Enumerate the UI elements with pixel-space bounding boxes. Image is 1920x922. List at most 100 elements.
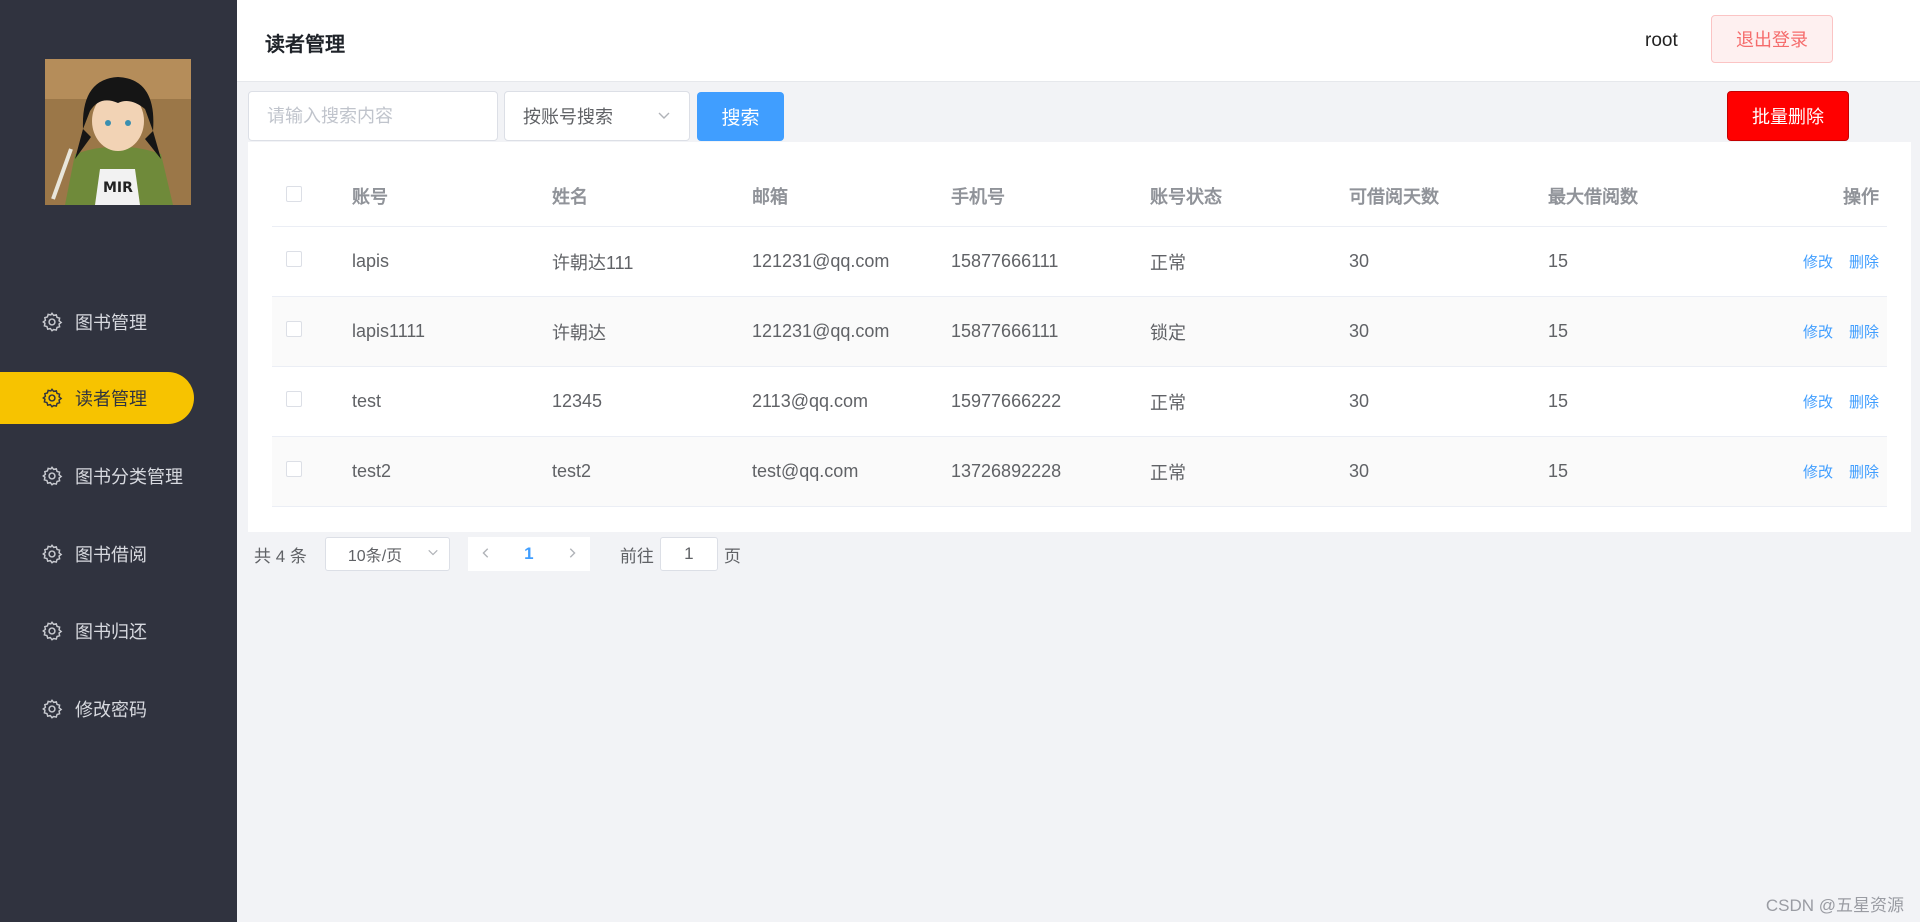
username: root <box>1645 30 1678 51</box>
next-page-button[interactable] <box>554 537 590 571</box>
reader-table: 账号 姓名 邮箱 手机号 账号状态 可借阅天数 最大借阅数 操作 lapis 许… <box>272 166 1887 507</box>
column-header: 账号 <box>352 187 388 207</box>
row-checkbox[interactable] <box>286 251 302 267</box>
avatar: MIR <box>45 59 191 205</box>
row-checkbox[interactable] <box>286 461 302 477</box>
column-header: 最大借阅数 <box>1548 187 1638 207</box>
row-checkbox[interactable] <box>286 321 302 337</box>
pagination-total: 共 4 条 <box>254 546 307 566</box>
cell-days: 30 <box>1349 391 1370 411</box>
cell-max: 15 <box>1548 461 1569 481</box>
delete-link[interactable]: 删除 <box>1849 394 1879 411</box>
watermark: CSDN @五星资源 <box>1765 896 1904 915</box>
chevron-down-icon <box>657 106 671 127</box>
sidebar-item-label: 图书分类管理 <box>75 467 183 487</box>
delete-link[interactable]: 删除 <box>1849 324 1879 341</box>
table-header: 账号 姓名 邮箱 手机号 账号状态 可借阅天数 最大借阅数 操作 <box>272 166 1887 227</box>
sidebar-item-reader-management[interactable]: 读者管理 <box>0 372 194 424</box>
chevron-right-icon <box>566 544 578 564</box>
goto-prefix: 前往 <box>619 546 654 566</box>
column-header: 操作 <box>1843 187 1879 207</box>
gear-icon <box>41 698 63 720</box>
pager-nav: 1 <box>467 537 590 571</box>
sidebar-item-book-management[interactable]: 图书管理 <box>0 296 194 348</box>
chevron-down-icon <box>427 545 439 563</box>
cell-name: 许朝达 <box>552 322 606 343</box>
cell-days: 30 <box>1349 251 1370 271</box>
cell-status: 正常 <box>1150 462 1186 483</box>
sidebar-item-label: 读者管理 <box>75 389 147 409</box>
column-header: 手机号 <box>951 187 1005 207</box>
prev-page-button[interactable] <box>468 537 504 571</box>
cell-name: 许朝达111 <box>552 252 634 273</box>
gear-icon <box>41 465 63 487</box>
select-all-checkbox[interactable] <box>286 185 302 202</box>
cell-name: test2 <box>552 461 592 481</box>
cell-max: 15 <box>1548 251 1569 271</box>
sidebar-item-book-borrow[interactable]: 图书借阅 <box>0 528 194 580</box>
sidebar-item-book-return[interactable]: 图书归还 <box>0 605 194 657</box>
delete-link[interactable]: 删除 <box>1849 254 1879 271</box>
sidebar: MIR 图书管理 读者管理 图书分类管理 图书借阅 图书归还 修改密码 <box>0 0 237 922</box>
cell-max: 15 <box>1548 321 1569 341</box>
cell-phone: 15977666222 <box>951 391 1062 411</box>
cell-days: 30 <box>1349 461 1370 481</box>
cell-name: 12345 <box>552 391 603 411</box>
cell-phone: 15877666111 <box>951 321 1059 341</box>
sidebar-item-change-password[interactable]: 修改密码 <box>0 683 194 735</box>
sidebar-item-label: 图书归还 <box>75 622 147 642</box>
search-input[interactable] <box>248 91 498 141</box>
table-row: lapis1111 许朝达 121231@qq.com 15877666111 … <box>272 297 1887 367</box>
pagination: 共 4 条 10条/页 1 前往 页 <box>254 537 741 571</box>
delete-link[interactable]: 删除 <box>1849 464 1879 481</box>
search-type-value: 按账号搜索 <box>523 107 613 127</box>
column-header: 姓名 <box>552 187 588 207</box>
table-row: test2 test2 test@qq.com 13726892228 正常 3… <box>272 437 1887 507</box>
search-button[interactable]: 搜索 <box>697 92 784 141</box>
batch-delete-button[interactable]: 批量删除 <box>1727 91 1849 141</box>
edit-link[interactable]: 修改 <box>1803 324 1833 341</box>
cell-days: 30 <box>1349 321 1370 341</box>
cell-email: test@qq.com <box>752 461 859 481</box>
page-title: 读者管理 <box>265 34 345 56</box>
cell-phone: 15877666111 <box>951 251 1059 271</box>
sidebar-item-label: 修改密码 <box>75 700 147 720</box>
column-header: 邮箱 <box>752 187 788 207</box>
sidebar-item-category-management[interactable]: 图书分类管理 <box>0 450 194 502</box>
chevron-left-icon <box>480 544 492 564</box>
cell-status: 锁定 <box>1150 322 1186 343</box>
edit-link[interactable]: 修改 <box>1803 464 1833 481</box>
table-row: test 12345 2113@qq.com 15977666222 正常 30… <box>272 367 1887 437</box>
sidebar-item-label: 图书借阅 <box>75 545 147 565</box>
search-type-select[interactable]: 按账号搜索 <box>504 91 690 141</box>
cell-email: 121231@qq.com <box>752 251 890 271</box>
cell-account: lapis1111 <box>352 321 426 341</box>
sidebar-item-label: 图书管理 <box>75 313 147 333</box>
cell-account: lapis <box>352 251 390 271</box>
cell-email: 2113@qq.com <box>752 391 869 411</box>
gear-icon <box>41 543 63 565</box>
logout-button[interactable]: 退出登录 <box>1711 15 1833 63</box>
column-header: 可借阅天数 <box>1349 187 1439 207</box>
cell-status: 正常 <box>1150 392 1186 413</box>
goto-suffix: 页 <box>723 546 741 566</box>
column-header: 账号状态 <box>1150 187 1222 207</box>
table-row: lapis 许朝达111 121231@qq.com 15877666111 正… <box>272 227 1887 297</box>
cell-status: 正常 <box>1150 252 1186 273</box>
row-checkbox[interactable] <box>286 391 302 407</box>
cell-phone: 13726892228 <box>951 461 1062 481</box>
gear-icon <box>41 311 63 333</box>
table-panel: 账号 姓名 邮箱 手机号 账号状态 可借阅天数 最大借阅数 操作 lapis 许… <box>248 142 1911 532</box>
cell-max: 15 <box>1548 391 1569 411</box>
page-size-value: 10条/页 <box>347 548 403 565</box>
cell-account: test2 <box>352 461 392 481</box>
edit-link[interactable]: 修改 <box>1803 254 1833 271</box>
gear-icon <box>41 387 63 409</box>
edit-link[interactable]: 修改 <box>1803 394 1833 411</box>
cell-email: 121231@qq.com <box>752 321 890 341</box>
page-size-select[interactable]: 10条/页 <box>324 537 450 571</box>
header: 读者管理 root 退出登录 <box>237 0 1920 82</box>
goto-page-input[interactable] <box>659 537 718 571</box>
page-number[interactable]: 1 <box>504 537 554 571</box>
cell-account: test <box>352 391 382 411</box>
